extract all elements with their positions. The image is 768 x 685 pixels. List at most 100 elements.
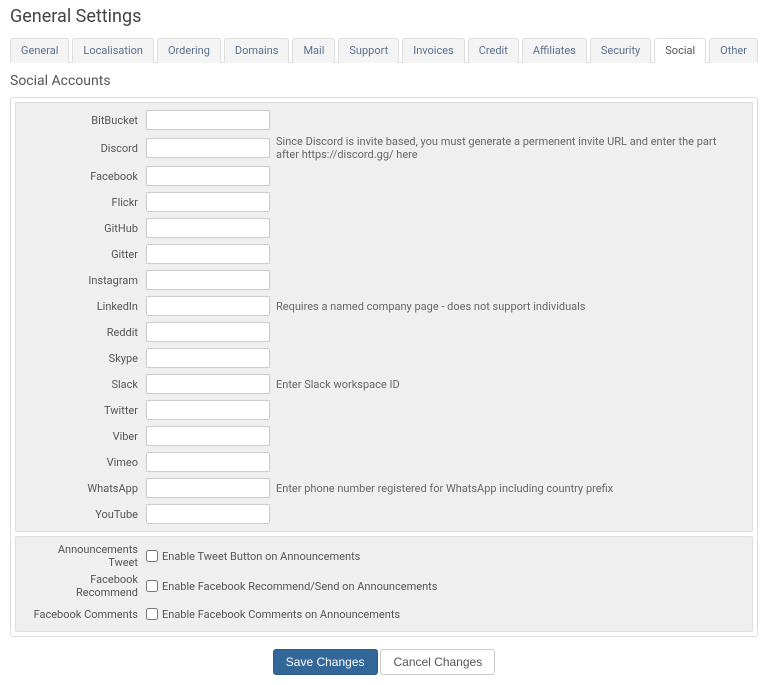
field-control — [146, 270, 742, 290]
field-row-gitter: Gitter — [26, 243, 742, 265]
field-label: GitHub — [26, 222, 146, 235]
field-row-skype: Skype — [26, 347, 742, 369]
facebook-recommend-checkbox[interactable] — [146, 580, 158, 592]
checkbox-label[interactable]: Enable Facebook Comments on Announcement… — [146, 608, 400, 621]
field-row-linkedin: LinkedIn Requires a named company page - … — [26, 295, 742, 317]
field-row-facebook: Facebook — [26, 165, 742, 187]
field-label: Reddit — [26, 326, 146, 339]
field-control — [146, 166, 742, 186]
field-row-twitter: Twitter — [26, 399, 742, 421]
field-row-github: GitHub — [26, 217, 742, 239]
field-row-vimeo: Vimeo — [26, 451, 742, 473]
field-label: Facebook — [26, 170, 146, 183]
field-row-whatsapp: WhatsApp Enter phone number registered fo… — [26, 477, 742, 499]
field-control — [146, 504, 742, 524]
gitter-input[interactable] — [146, 244, 270, 264]
flickr-input[interactable] — [146, 192, 270, 212]
checkbox-group-label: Announcements Tweet — [26, 543, 146, 569]
field-label: YouTube — [26, 508, 146, 521]
field-row-instagram: Instagram — [26, 269, 742, 291]
viber-input[interactable] — [146, 426, 270, 446]
field-control — [146, 192, 742, 212]
field-control — [146, 426, 742, 446]
tab-ordering[interactable]: Ordering — [157, 38, 221, 63]
tab-affiliates[interactable]: Affiliates — [522, 38, 587, 63]
tab-other[interactable]: Other — [709, 38, 758, 63]
field-label: WhatsApp — [26, 482, 146, 495]
settings-panel: BitBucket Discord Since Discord is invite … — [10, 97, 758, 637]
field-help: Enter phone number registered for WhatsA… — [276, 482, 613, 495]
field-row-flickr: Flickr — [26, 191, 742, 213]
bitbucket-input[interactable] — [146, 110, 270, 130]
field-label: Discord — [26, 142, 146, 155]
field-control — [146, 452, 742, 472]
slack-input[interactable] — [146, 374, 270, 394]
github-input[interactable] — [146, 218, 270, 238]
checkbox-row-announcements-tweet: Announcements Tweet Enable Tweet Button o… — [26, 543, 742, 569]
checkbox-group-label: Facebook Recommend — [26, 573, 146, 599]
field-label: Skype — [26, 352, 146, 365]
field-row-reddit: Reddit — [26, 321, 742, 343]
checkbox-row-facebook-recommend: Facebook RecommendEnable Facebook Recomm… — [26, 573, 742, 599]
checkbox-label[interactable]: Enable Tweet Button on Announcements — [146, 550, 360, 563]
tab-security[interactable]: Security — [590, 38, 651, 63]
button-bar: Save Changes Cancel Changes — [10, 649, 758, 675]
field-control — [146, 400, 742, 420]
field-control: Enter phone number registered for WhatsA… — [146, 478, 742, 498]
field-control — [146, 322, 742, 342]
tab-domains[interactable]: Domains — [224, 38, 290, 63]
reddit-input[interactable] — [146, 322, 270, 342]
field-label: Twitter — [26, 404, 146, 417]
field-control — [146, 244, 742, 264]
youtube-input[interactable] — [146, 504, 270, 524]
announcements-tweet-checkbox[interactable] — [146, 550, 158, 562]
checkbox-label[interactable]: Enable Facebook Recommend/Send on Announ… — [146, 580, 437, 593]
checkbox-control: Enable Tweet Button on Announcements — [146, 550, 742, 563]
field-label: Instagram — [26, 274, 146, 287]
field-row-viber: Viber — [26, 425, 742, 447]
checkbox-text: Enable Facebook Comments on Announcement… — [162, 608, 400, 621]
checkbox-text: Enable Tweet Button on Announcements — [162, 550, 360, 563]
tab-mail[interactable]: Mail — [292, 38, 335, 63]
tab-credit[interactable]: Credit — [468, 38, 519, 63]
field-control: Enter Slack workspace ID — [146, 374, 742, 394]
field-control — [146, 348, 742, 368]
linkedin-input[interactable] — [146, 296, 270, 316]
announcement-options: Announcements Tweet Enable Tweet Button o… — [15, 536, 753, 632]
field-control: Since Discord is invite based, you must … — [146, 135, 742, 161]
settings-tabs: GeneralLocalisationOrderingDomainsMailSu… — [10, 37, 758, 63]
field-control — [146, 218, 742, 238]
tab-localisation[interactable]: Localisation — [72, 38, 154, 63]
instagram-input[interactable] — [146, 270, 270, 290]
field-help: Since Discord is invite based, you must … — [276, 135, 742, 161]
page-title: General Settings — [10, 6, 758, 27]
field-help: Enter Slack workspace ID — [276, 378, 400, 391]
tab-social[interactable]: Social — [654, 38, 706, 63]
tab-support[interactable]: Support — [338, 38, 399, 63]
social-fields: BitBucket Discord Since Discord is invite … — [15, 102, 753, 532]
field-label: Viber — [26, 430, 146, 443]
twitter-input[interactable] — [146, 400, 270, 420]
facebook-input[interactable] — [146, 166, 270, 186]
tab-general[interactable]: General — [10, 38, 69, 63]
field-control — [146, 110, 742, 130]
save-button[interactable]: Save Changes — [273, 649, 378, 675]
field-label: Gitter — [26, 248, 146, 261]
field-row-youtube: YouTube — [26, 503, 742, 525]
tab-invoices[interactable]: Invoices — [402, 38, 465, 63]
field-row-bitbucket: BitBucket — [26, 109, 742, 131]
facebook-comments-checkbox[interactable] — [146, 608, 158, 620]
section-heading: Social Accounts — [10, 73, 758, 89]
checkbox-group-label: Facebook Comments — [26, 608, 146, 621]
whatsapp-input[interactable] — [146, 478, 270, 498]
field-label: LinkedIn — [26, 300, 146, 313]
checkbox-control: Enable Facebook Recommend/Send on Announ… — [146, 580, 742, 593]
skype-input[interactable] — [146, 348, 270, 368]
field-label: Flickr — [26, 196, 146, 209]
vimeo-input[interactable] — [146, 452, 270, 472]
field-help: Requires a named company page - does not… — [276, 300, 585, 313]
cancel-button[interactable]: Cancel Changes — [380, 649, 495, 675]
discord-input[interactable] — [146, 138, 270, 158]
field-label: Vimeo — [26, 456, 146, 469]
field-label: BitBucket — [26, 114, 146, 127]
